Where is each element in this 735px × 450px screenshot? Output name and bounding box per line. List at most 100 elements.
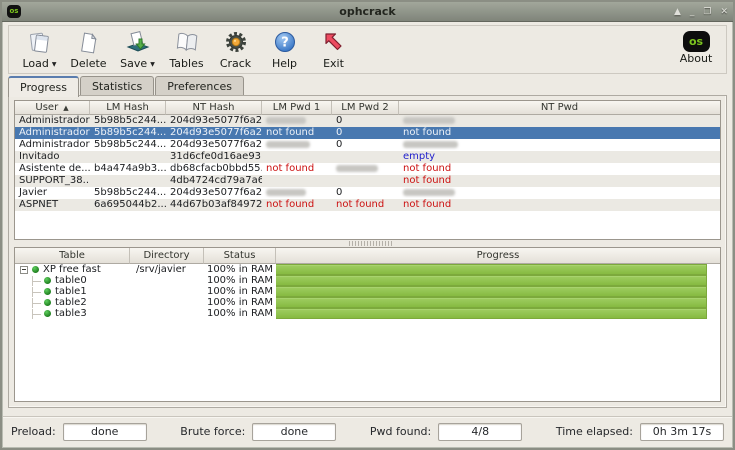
column-header-table[interactable]: Table <box>15 248 130 264</box>
hash-table-row[interactable]: Javier5b98b5c244...204d93e5077f6a2...0 <box>15 187 720 199</box>
splitter-handle[interactable] <box>349 241 393 246</box>
tab-statistics[interactable]: Statistics <box>80 76 154 95</box>
progress-cell <box>276 275 720 286</box>
hash-table-cell: 0 <box>332 139 399 151</box>
hash-table-cell: 0 <box>332 187 399 199</box>
titlebar[interactable]: os ophcrack ▲ _ ❐ ✕ <box>2 2 733 22</box>
column-header-lm-pwd-1[interactable]: LM Pwd 1 <box>262 101 332 115</box>
column-header-lm-hash[interactable]: LM Hash <box>90 101 166 115</box>
load-button[interactable]: Load▼ <box>15 28 64 71</box>
hash-table-cell: 0 <box>332 115 399 127</box>
redacted-value <box>336 165 378 172</box>
delete-button[interactable]: Delete <box>64 28 113 70</box>
table-name-label: table0 <box>55 275 87 286</box>
redacted-value <box>403 141 458 148</box>
tables-panel-row[interactable]: XP free fast/srv/javier100% in RAM <box>15 264 720 275</box>
tab-bar: Progress Statistics Preferences <box>8 76 245 97</box>
hash-table-body: Administrador5b98b5c244...204d93e5077f6a… <box>15 115 720 211</box>
tables-panel-row[interactable]: table1100% in RAM <box>15 286 720 297</box>
ophcrack-logo-icon: os <box>683 31 710 52</box>
exit-icon <box>321 29 347 57</box>
minimize-button[interactable]: _ <box>690 5 695 19</box>
hash-table-cell: not found <box>262 127 332 139</box>
table-enabled-icon <box>44 310 51 317</box>
sort-ascending-icon: ▲ <box>63 104 68 112</box>
progress-cell <box>276 297 720 308</box>
about-button[interactable]: os About <box>672 28 720 65</box>
hash-table-row[interactable]: Administrador5b98b5c244...204d93e5077f6a… <box>15 139 720 151</box>
column-header-progress[interactable]: Progress <box>276 248 720 264</box>
brute-force-status: Brute force: done <box>180 423 336 441</box>
dropdown-arrow-icon: ▼ <box>150 61 155 68</box>
load-button-label: Load▼ <box>22 57 56 71</box>
hash-table: User▲ LM Hash NT Hash LM Pwd 1 LM Pwd 2 … <box>14 100 721 240</box>
hash-table-cell: 204d93e5077f6a2... <box>166 139 262 151</box>
tab-progress[interactable]: Progress <box>8 76 79 97</box>
column-header-status[interactable]: Status <box>204 248 276 264</box>
save-button[interactable]: Save▼ <box>113 28 162 71</box>
hash-table-cell: 204d93e5077f6a2... <box>166 127 262 139</box>
progress-bar <box>276 265 706 274</box>
hash-table-row[interactable]: Administrador5b89b5c244...204d93e5077f6a… <box>15 127 720 139</box>
tables-panel-row[interactable]: table2100% in RAM <box>15 297 720 308</box>
column-header-nt-pwd[interactable]: NT Pwd <box>399 101 720 115</box>
tree-collapse-toggle[interactable] <box>20 266 28 274</box>
status-cell: 100% in RAM <box>204 308 276 319</box>
svg-text:?: ? <box>281 36 289 51</box>
table-enabled-icon <box>44 277 51 284</box>
tables-panel-row[interactable]: table3 100% in RAM <box>15 308 720 319</box>
progress-cell <box>276 308 720 319</box>
help-button-label: Help <box>272 57 297 70</box>
delete-icon <box>76 29 102 57</box>
hash-table-row[interactable]: Invitado31d6cfe0d16ae93...empty <box>15 151 720 163</box>
column-header-lm-pwd-2[interactable]: LM Pwd 2 <box>332 101 399 115</box>
hash-table-cell: not found <box>332 199 399 211</box>
hash-table-row[interactable]: ASPNET6a695044b2...44d67b03af84972...not… <box>15 199 720 211</box>
redacted-value <box>403 189 455 196</box>
progress-bar <box>276 298 706 307</box>
hash-table-cell: 0 <box>332 127 399 139</box>
table-name-label: table2 <box>55 297 87 308</box>
column-header-directory[interactable]: Directory <box>130 248 204 264</box>
hash-table-cell <box>262 139 332 151</box>
table-enabled-icon <box>44 288 51 295</box>
shade-button[interactable]: ▲ <box>674 5 681 19</box>
help-button[interactable]: ? Help <box>260 28 309 70</box>
directory-cell <box>130 297 204 308</box>
tables-button-label: Tables <box>169 57 203 70</box>
tables-panel-row[interactable]: table0100% in RAM <box>15 275 720 286</box>
hash-table-cell: 5b98b5c244... <box>90 187 166 199</box>
tab-preferences[interactable]: Preferences <box>155 76 244 95</box>
hash-table-cell: 5b89b5c244... <box>90 127 166 139</box>
column-header-user[interactable]: User▲ <box>15 101 90 115</box>
hash-table-cell: Asistente de... <box>15 163 90 175</box>
hash-table-row[interactable]: Asistente de...b4a474a9b3...db68cfacb0bb… <box>15 163 720 175</box>
save-icon <box>125 29 151 57</box>
table-enabled-icon <box>32 266 39 273</box>
hash-table-cell <box>332 175 399 187</box>
tables-button[interactable]: Tables <box>162 28 211 70</box>
status-cell: 100% in RAM <box>204 264 276 275</box>
tree-connector <box>32 309 42 319</box>
maximize-button[interactable]: ❐ <box>703 5 711 19</box>
table-name-label: table3 <box>55 308 87 319</box>
hash-table-row[interactable]: SUPPORT_38...4db4724cd79a7a6...not found <box>15 175 720 187</box>
hash-table-cell: Invitado <box>15 151 90 163</box>
column-header-nt-hash[interactable]: NT Hash <box>166 101 262 115</box>
exit-button[interactable]: Exit <box>309 28 358 70</box>
tree-connector <box>32 287 42 297</box>
brute-force-label: Brute force: <box>180 425 245 438</box>
close-button[interactable]: ✕ <box>720 5 728 19</box>
hash-table-cell: ASPNET <box>15 199 90 211</box>
hash-table-cell: 31d6cfe0d16ae93... <box>166 151 262 163</box>
crack-button[interactable]: Crack <box>211 28 260 70</box>
pwd-found-value: 4/8 <box>438 423 522 441</box>
hash-table-row[interactable]: Administrador5b98b5c244...204d93e5077f6a… <box>15 115 720 127</box>
hash-table-cell <box>262 187 332 199</box>
hash-table-cell: 204d93e5077f6a2... <box>166 115 262 127</box>
redacted-value <box>266 189 306 196</box>
pwd-found-status: Pwd found: 4/8 <box>370 423 522 441</box>
save-button-label: Save▼ <box>120 57 155 71</box>
hash-table-cell: 204d93e5077f6a2... <box>166 187 262 199</box>
directory-cell <box>130 308 204 319</box>
